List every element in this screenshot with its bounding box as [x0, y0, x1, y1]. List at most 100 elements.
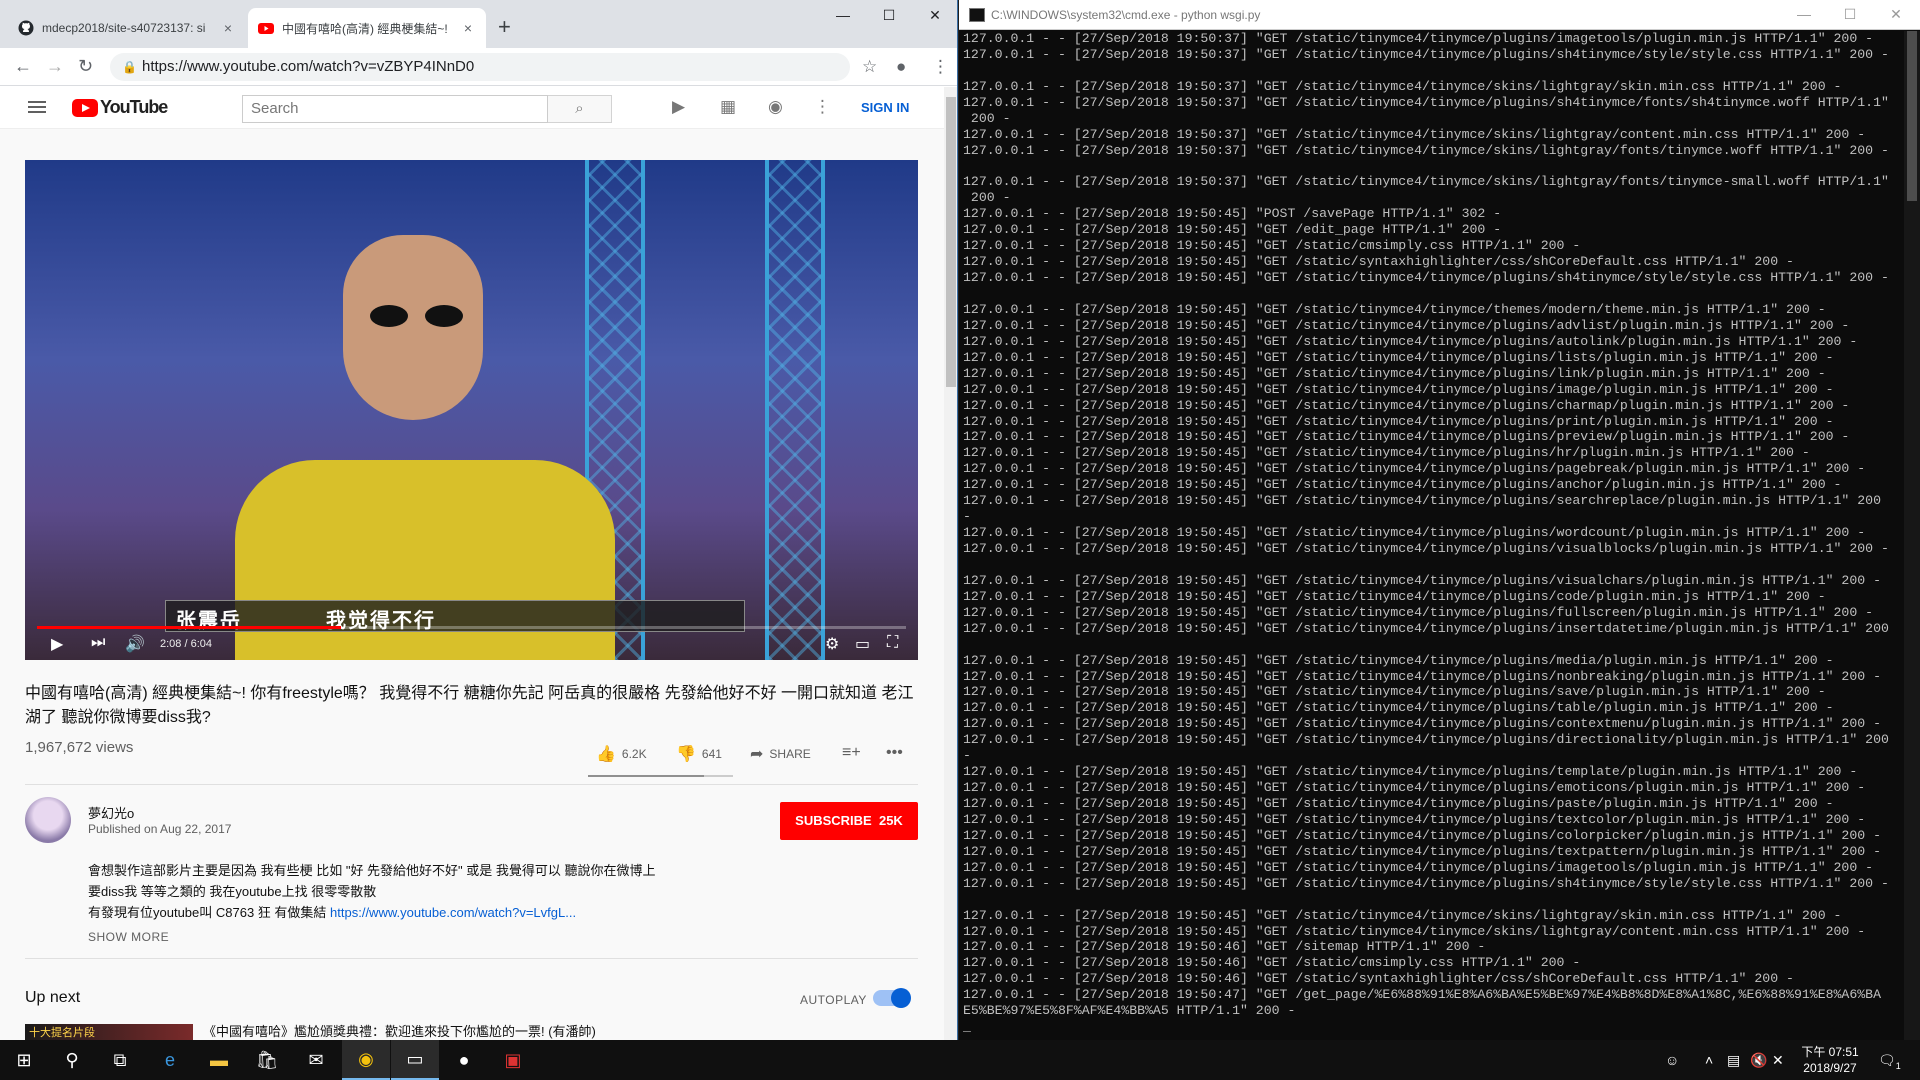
- sign-in-button[interactable]: SIGN IN: [861, 100, 909, 115]
- settings-kebab-icon[interactable]: ⋮: [814, 97, 831, 117]
- taskbar-store[interactable]: 🛍: [243, 1040, 291, 1080]
- fullscreen-icon[interactable]: ⛶: [887, 634, 898, 652]
- network-icon[interactable]: ▤: [1727, 1052, 1740, 1069]
- console-line: 127.0.0.1 - - [27/Sep/2018 19:50:45] "GE…: [963, 652, 1834, 668]
- messages-icon[interactable]: ◉: [768, 97, 783, 117]
- search-button[interactable]: ⚲: [48, 1040, 96, 1080]
- like-button[interactable]: 👍 6.2K: [596, 744, 647, 764]
- console-line: 127.0.0.1 - - [27/Sep/2018 19:50:45] "GE…: [963, 317, 1850, 333]
- page-scrollbar[interactable]: [944, 87, 957, 1040]
- youtube-logo[interactable]: YouTube: [72, 97, 168, 118]
- console-line: 127.0.0.1 - - [27/Sep/2018 19:50:45] "GE…: [963, 238, 1581, 254]
- settings-gear-icon[interactable]: ⚙: [825, 634, 839, 654]
- subscribe-button[interactable]: SUBSCRIBE 25K: [780, 802, 918, 840]
- next-video-thumbnail[interactable]: 十大提名片段: [25, 1024, 193, 1040]
- profile-icon[interactable]: ●: [896, 57, 906, 77]
- volume-icon[interactable]: 🔊: [125, 634, 145, 654]
- description-line: 會想製作這部影片主要是因為 我有些梗 比如 "好 先發給他好不好" 或是 我覺得…: [88, 863, 656, 878]
- cmd-icon: ▭: [406, 1048, 424, 1069]
- maximize-button[interactable]: ☐: [866, 0, 912, 30]
- show-more-button[interactable]: SHOW MORE: [88, 930, 169, 944]
- task-view-button[interactable]: ⧉: [96, 1040, 144, 1080]
- search-button[interactable]: ⌕: [548, 95, 612, 123]
- chevron-up-icon[interactable]: ˄: [1705, 1052, 1713, 1068]
- like-ratio-fill: [588, 775, 704, 777]
- divider: [25, 958, 918, 959]
- clock-date: 2018/9/27: [1803, 1061, 1857, 1075]
- share-button[interactable]: ➦ SHARE: [750, 744, 811, 764]
- console-line: 127.0.0.1 - - [27/Sep/2018 19:50:45] "GE…: [963, 588, 1826, 604]
- time-display: 2:08 / 6:04: [160, 638, 212, 650]
- scrollbar-thumb[interactable]: [1907, 31, 1917, 201]
- create-video-icon[interactable]: ▶: [672, 97, 685, 117]
- new-tab-button[interactable]: +: [498, 14, 511, 40]
- taskbar: ⊞ ⚲ ⧉ e ▬ 🛍 ✉ ◉ ▭ ● ▣ ☺ ˄ ▤ 🔇 ✕ 下午 07:51…: [0, 1040, 1920, 1080]
- taskbar-mail[interactable]: ✉: [292, 1040, 340, 1080]
- video-player[interactable]: 张震岳 我觉得不行 ▶ ⏭ 🔊 2:08 / 6:04 ⚙ ▭ ⛶: [25, 160, 918, 660]
- start-button[interactable]: ⊞: [0, 1040, 48, 1080]
- reload-icon[interactable]: ↻: [78, 56, 93, 77]
- console-line: 127.0.0.1 - - [27/Sep/2018 19:50:45] "GE…: [963, 222, 1502, 238]
- channel-name[interactable]: 夢幻光o: [88, 803, 134, 822]
- subscribe-label: SUBSCRIBE: [795, 813, 872, 828]
- subscriber-count: 25K: [878, 813, 903, 828]
- scrollbar-thumb[interactable]: [946, 97, 956, 387]
- taskbar-edge[interactable]: e: [146, 1040, 194, 1080]
- next-video-title[interactable]: 《中國有嘻哈》尷尬頒獎典禮：歡迎進來投下你尷尬的一票! (有潘帥): [203, 1021, 596, 1040]
- url-text: https://www.youtube.com/watch?v=vZBYP4IN…: [142, 58, 475, 75]
- address-bar[interactable]: 🔒 https://www.youtube.com/watch?v=vZBYP4…: [110, 53, 850, 81]
- bookmark-star-icon[interactable]: ☆: [862, 57, 877, 77]
- taskbar-app2[interactable]: ▣: [489, 1040, 537, 1080]
- dislike-button[interactable]: 👎 641: [676, 744, 722, 764]
- sphere-icon: ●: [458, 1049, 470, 1070]
- forward-icon[interactable]: →: [46, 56, 64, 77]
- taskbar-file-explorer[interactable]: ▬: [195, 1040, 243, 1080]
- video-description: 會想製作這部影片主要是因為 我有些梗 比如 "好 先發給他好不好" 或是 我覺得…: [88, 860, 708, 923]
- autoplay-toggle[interactable]: [873, 988, 911, 1008]
- taskbar-app[interactable]: ●: [440, 1040, 488, 1080]
- minimize-button[interactable]: —: [1781, 6, 1827, 22]
- clock-time: 下午 07:51: [1801, 1045, 1859, 1059]
- hamburger-menu-icon[interactable]: [28, 101, 46, 113]
- description-line: 要diss我 等等之類的 我在youtube上找 很零零散散: [88, 884, 377, 899]
- tab-youtube[interactable]: 中國有嘻哈(高清) 經典梗集結~! ×: [248, 8, 486, 48]
- console-line: 127.0.0.1 - - [27/Sep/2018 19:50:45] "GE…: [963, 413, 1834, 429]
- close-icon[interactable]: ×: [460, 20, 476, 36]
- tab-github[interactable]: mdecp2018/site-s40723137: si ×: [8, 8, 246, 48]
- theater-mode-icon[interactable]: ▭: [855, 634, 870, 654]
- taskbar-cmd[interactable]: ▭: [391, 1040, 439, 1080]
- console-line: 127.0.0.1 - - [27/Sep/2018 19:50:47] "GE…: [963, 987, 1881, 1003]
- close-window-button[interactable]: ✕: [1873, 6, 1919, 23]
- more-actions-button[interactable]: •••: [886, 744, 909, 762]
- progress-bar[interactable]: [37, 626, 906, 629]
- console-scrollbar[interactable]: [1904, 31, 1920, 1040]
- ime-icon[interactable]: ✕: [1772, 1052, 1784, 1069]
- notification-icon[interactable]: 🗨1: [1878, 1052, 1901, 1071]
- next-icon[interactable]: ⏭: [91, 634, 105, 652]
- people-icon[interactable]: ☺: [1665, 1052, 1679, 1068]
- close-window-button[interactable]: ✕: [912, 0, 957, 30]
- taskbar-chrome[interactable]: ◉: [342, 1040, 390, 1080]
- console-line: 127.0.0.1 - - [27/Sep/2018 19:50:45] "GE…: [963, 843, 1881, 859]
- clock[interactable]: 下午 07:51 2018/9/27: [1795, 1044, 1865, 1076]
- minimize-button[interactable]: —: [820, 0, 866, 30]
- console-output[interactable]: 127.0.0.1 - - [27/Sep/2018 19:50:37] "GE…: [963, 31, 1903, 1040]
- back-icon[interactable]: ←: [14, 56, 32, 77]
- menu-kebab-icon[interactable]: ⋮: [932, 57, 949, 77]
- console-line: 127.0.0.1 - - [27/Sep/2018 19:50:45] "PO…: [963, 206, 1502, 222]
- search-input[interactable]: Search: [242, 95, 548, 123]
- cmd-window: C:\WINDOWS\system32\cmd.exe - python wsg…: [959, 0, 1920, 1040]
- volume-muted-icon[interactable]: 🔇: [1750, 1052, 1767, 1069]
- add-to-playlist-button[interactable]: ≡+: [842, 744, 867, 762]
- avatar[interactable]: [25, 797, 71, 843]
- description-link[interactable]: https://www.youtube.com/watch?v=LvfgL...: [330, 905, 576, 920]
- maximize-button[interactable]: ☐: [1827, 6, 1873, 23]
- close-icon[interactable]: ×: [220, 20, 236, 36]
- player-controls: ▶ ⏭ 🔊 2:08 / 6:04 ⚙ ▭ ⛶: [25, 630, 918, 660]
- apps-grid-icon[interactable]: ▦: [720, 97, 736, 117]
- play-icon[interactable]: ▶: [51, 634, 63, 654]
